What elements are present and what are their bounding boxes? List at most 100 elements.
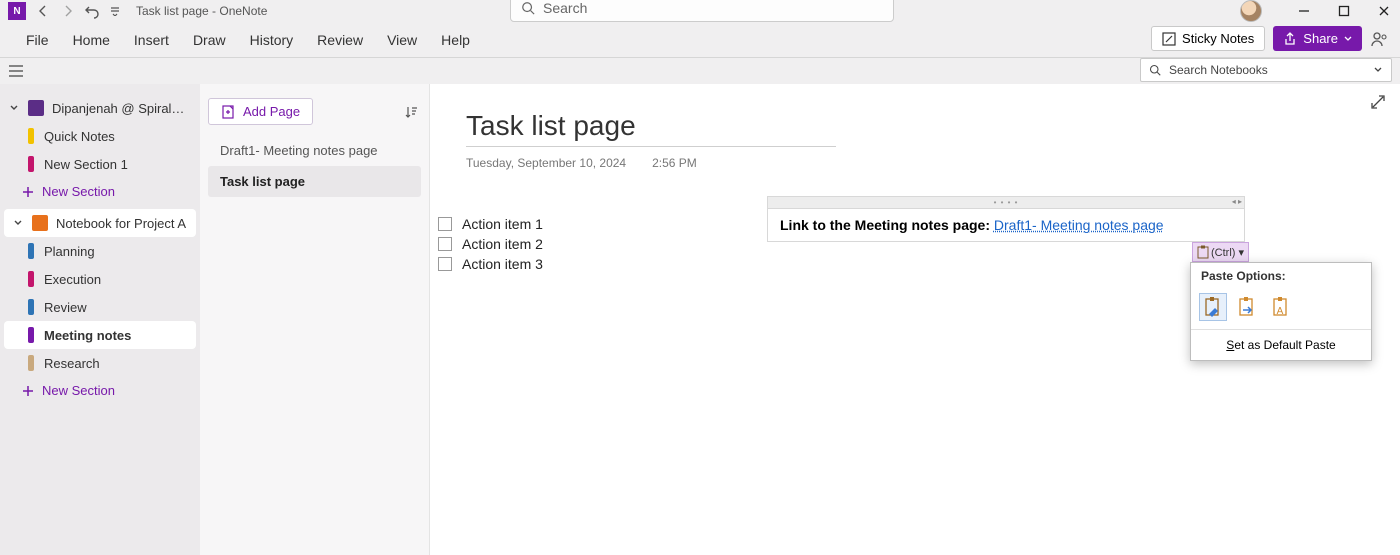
new-section-label: New Section <box>42 383 115 398</box>
sticky-notes-label: Sticky Notes <box>1182 31 1254 46</box>
drag-handle-icon: • • • • <box>994 200 1019 206</box>
section-planning[interactable]: Planning <box>0 237 200 265</box>
new-section-button[interactable]: New Section <box>0 178 200 205</box>
page-item-label: Draft1- Meeting notes page <box>220 143 378 158</box>
navigation-toggle-button[interactable] <box>6 61 26 81</box>
note-link[interactable]: Draft1- Meeting notes page <box>994 217 1164 233</box>
page-item-task-list[interactable]: Task list page <box>208 166 421 197</box>
notebook-sidebar: Dipanjenah @ Spiral… Quick Notes New Sec… <box>0 84 200 555</box>
new-section-button[interactable]: New Section <box>0 377 200 404</box>
search-icon <box>521 1 535 15</box>
checklist-item[interactable]: Action item 3 <box>462 256 543 272</box>
notebook-item-2[interactable]: Notebook for Project A <box>4 209 196 237</box>
resize-handle-icon[interactable]: ◂ ▸ <box>1232 197 1242 206</box>
undo-button[interactable] <box>82 1 102 21</box>
note-container-handle[interactable]: • • • • ◂ ▸ <box>767 196 1245 208</box>
page-timestamp: Tuesday, September 10, 2024 2:56 PM <box>466 156 697 170</box>
section-color-icon <box>28 156 34 172</box>
share-label: Share <box>1303 31 1338 46</box>
menu-review[interactable]: Review <box>305 26 375 54</box>
section-research[interactable]: Research <box>0 349 200 377</box>
page-canvas[interactable]: Task list page Tuesday, September 10, 20… <box>430 84 1400 555</box>
expand-page-button[interactable] <box>1370 94 1386 110</box>
checkbox[interactable] <box>438 237 452 251</box>
search-notebooks-input[interactable]: Search Notebooks <box>1140 58 1392 82</box>
section-color-icon <box>28 271 34 287</box>
page-title[interactable]: Task list page <box>466 110 836 147</box>
section-color-icon <box>28 327 34 343</box>
close-button[interactable] <box>1374 1 1394 21</box>
customize-qat-button[interactable] <box>106 2 124 20</box>
section-color-icon <box>28 299 34 315</box>
new-section-label: New Section <box>42 184 115 199</box>
section-label: New Section 1 <box>44 157 128 172</box>
section-label: Meeting notes <box>44 328 131 343</box>
add-page-label: Add Page <box>243 104 300 119</box>
page-time: 2:56 PM <box>652 156 697 170</box>
menu-draw[interactable]: Draw <box>181 26 238 54</box>
note-label: Link to the Meeting notes page: <box>780 217 994 233</box>
add-page-button[interactable]: Add Page <box>208 98 313 125</box>
menu-history[interactable]: History <box>238 26 306 54</box>
paste-options-ctrl-button[interactable]: (Ctrl) ▾ <box>1192 242 1249 262</box>
section-label: Quick Notes <box>44 129 115 144</box>
checklist-item[interactable]: Action item 2 <box>462 236 543 252</box>
notebook-icon <box>28 100 44 116</box>
paste-merge-formatting[interactable] <box>1233 293 1261 321</box>
checklist-item[interactable]: Action item 1 <box>462 216 543 232</box>
note-body[interactable]: Link to the Meeting notes page: Draft1- … <box>767 208 1245 242</box>
menu-home[interactable]: Home <box>61 26 122 54</box>
menu-view[interactable]: View <box>375 26 429 54</box>
onenote-logo-icon: N <box>8 2 26 20</box>
ctrl-badge-label: (Ctrl) ▾ <box>1211 246 1244 259</box>
clipboard-brush-icon <box>1203 296 1223 318</box>
section-color-icon <box>28 128 34 144</box>
section-label: Research <box>44 356 100 371</box>
note-container[interactable]: • • • • ◂ ▸ Link to the Meeting notes pa… <box>767 196 1245 242</box>
paste-options-popup: Paste Options: A Set as Default Paste <box>1190 262 1372 361</box>
section-color-icon <box>28 243 34 259</box>
sticky-note-icon <box>1162 32 1176 46</box>
section-quick-notes[interactable]: Quick Notes <box>0 122 200 150</box>
plus-icon <box>22 186 34 198</box>
clipboard-arrow-icon <box>1237 296 1257 318</box>
maximize-button[interactable] <box>1334 1 1354 21</box>
checkbox[interactable] <box>438 217 452 231</box>
clipboard-text-icon: A <box>1271 296 1291 318</box>
chevron-down-icon <box>1373 65 1383 75</box>
checkbox[interactable] <box>438 257 452 271</box>
clipboard-icon <box>1197 245 1209 259</box>
plus-icon <box>22 385 34 397</box>
user-avatar[interactable] <box>1240 0 1262 22</box>
menu-insert[interactable]: Insert <box>122 26 181 54</box>
sticky-notes-button[interactable]: Sticky Notes <box>1151 26 1265 51</box>
share-button[interactable]: Share <box>1273 26 1362 51</box>
menu-help[interactable]: Help <box>429 26 482 54</box>
paste-keep-source-formatting[interactable] <box>1199 293 1227 321</box>
share-icon <box>1283 32 1297 46</box>
add-page-icon <box>221 105 235 119</box>
set-default-paste-button[interactable]: Set as Default Paste <box>1191 330 1371 360</box>
section-color-icon <box>28 355 34 371</box>
minimize-button[interactable] <box>1294 1 1314 21</box>
page-list-panel: Add Page Draft1- Meeting notes page Task… <box>200 84 430 555</box>
back-button[interactable] <box>34 1 54 21</box>
section-meeting-notes[interactable]: Meeting notes <box>4 321 196 349</box>
sort-pages-button[interactable] <box>401 102 421 122</box>
section-new-section-1[interactable]: New Section 1 <box>0 150 200 178</box>
checklist[interactable]: Action item 1 Action item 2 Action item … <box>438 214 543 274</box>
people-presence-button[interactable] <box>1370 29 1390 49</box>
menu-file[interactable]: File <box>14 26 61 54</box>
global-search-input[interactable]: Search <box>510 0 894 22</box>
search-icon <box>1149 64 1161 76</box>
page-item-label: Task list page <box>220 174 305 189</box>
forward-button[interactable] <box>58 1 78 21</box>
page-item-draft1[interactable]: Draft1- Meeting notes page <box>208 135 421 166</box>
section-execution[interactable]: Execution <box>0 265 200 293</box>
notebook-item-1[interactable]: Dipanjenah @ Spiral… <box>0 94 200 122</box>
sub-bar: Search Notebooks <box>0 58 1400 84</box>
paste-keep-text-only[interactable]: A <box>1267 293 1295 321</box>
page-date: Tuesday, September 10, 2024 <box>466 156 626 170</box>
section-review[interactable]: Review <box>0 293 200 321</box>
chevron-down-icon <box>12 218 24 228</box>
